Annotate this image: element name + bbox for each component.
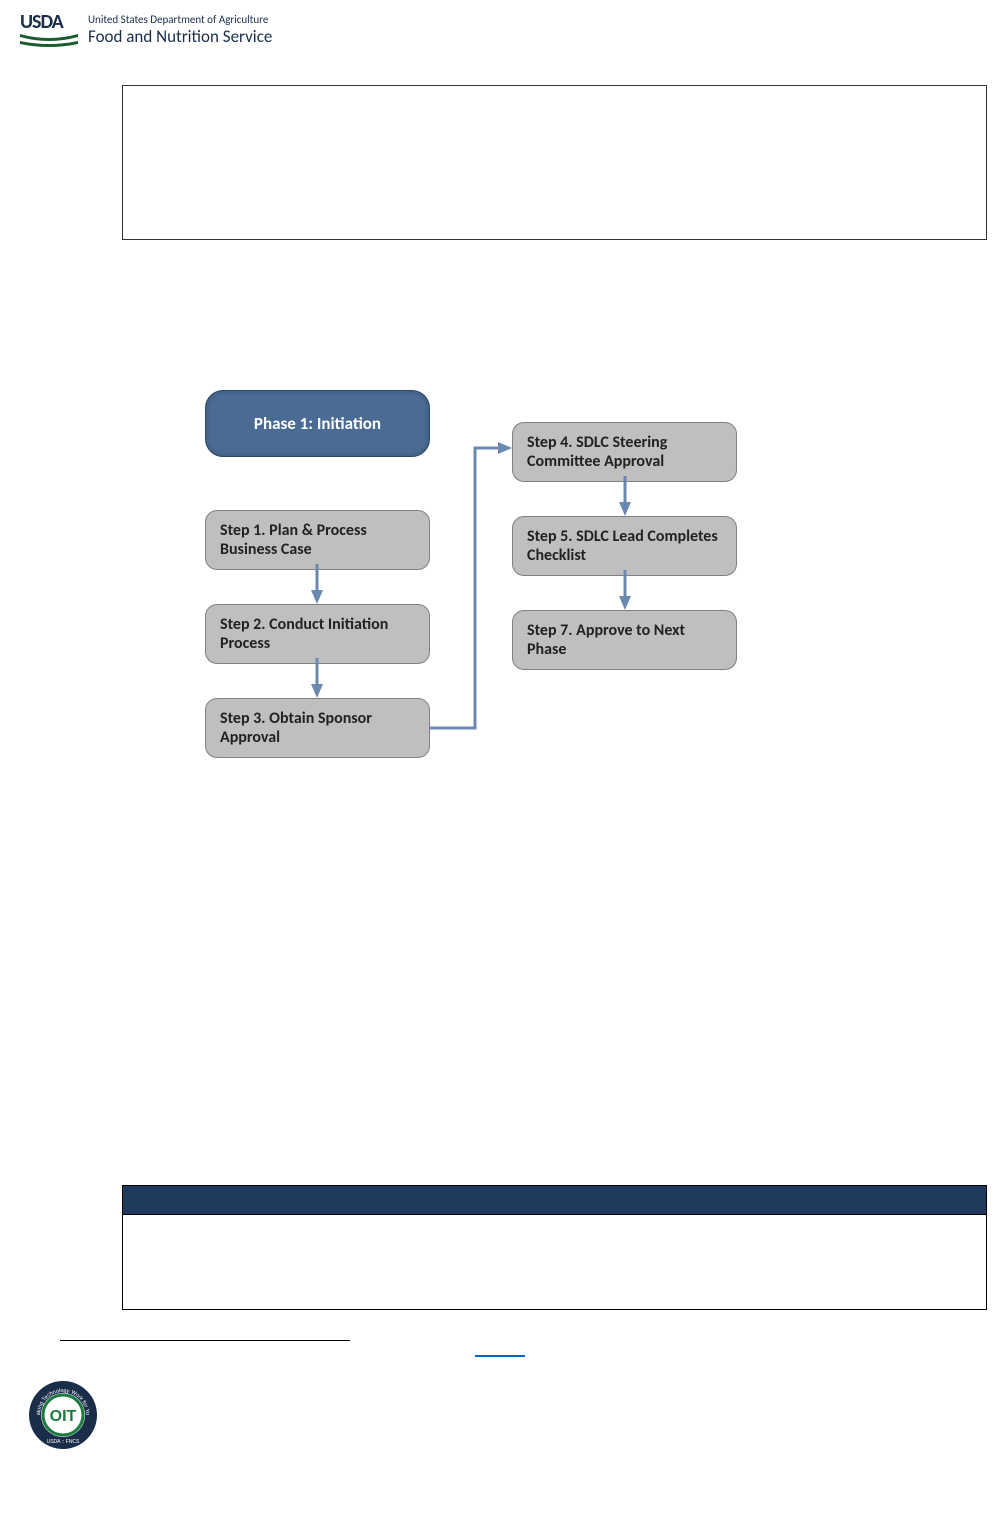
table-header [122, 1185, 987, 1215]
footnote-rule [60, 1340, 350, 1341]
table-container [122, 1185, 987, 1310]
footer-link-underline [475, 1355, 525, 1357]
table-body [122, 1215, 987, 1310]
usda-logo: USDA [20, 10, 78, 50]
flowchart-arrows [195, 380, 795, 780]
usda-logo-bars [20, 32, 78, 50]
dept-line: United States Department of Agriculture [88, 13, 272, 26]
fns-line: Food and Nutrition Service [88, 26, 272, 47]
flowchart: Phase 1: Initiation Step 1. Plan & Proce… [195, 380, 795, 780]
page-header: USDA United States Department of Agricul… [20, 10, 272, 50]
header-titles: United States Department of Agriculture … [88, 13, 272, 47]
oit-badge: OIT USDA :: FNCS Making Technology Work … [28, 1380, 98, 1450]
usda-text: USDA [20, 10, 78, 34]
empty-box-top [122, 85, 987, 240]
oit-bottom-text: USDA :: FNCS [47, 1439, 80, 1445]
oit-center-text: OIT [50, 1408, 77, 1425]
